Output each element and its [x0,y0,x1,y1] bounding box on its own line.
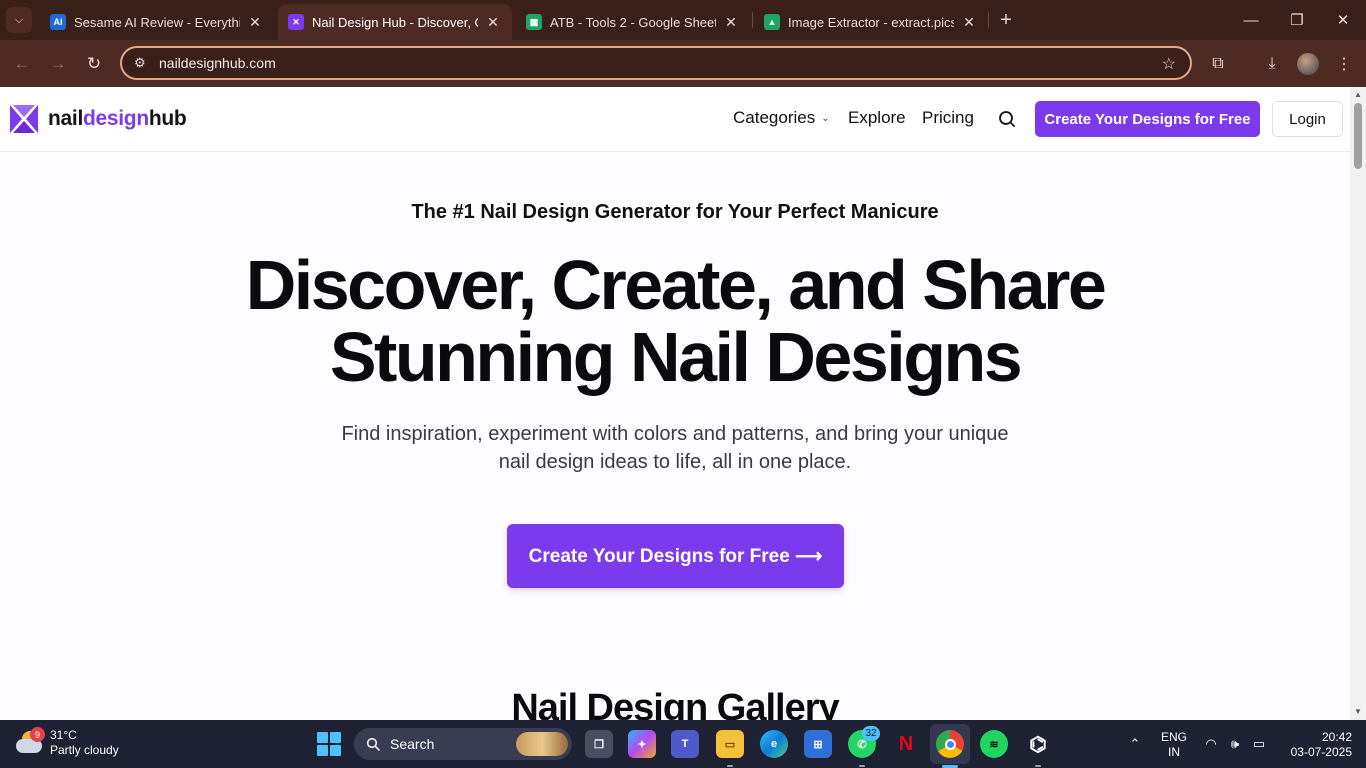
wifi-icon[interactable]: ◠ [1203,736,1219,752]
nav-categories-label: Categories [733,108,816,127]
file-explorer-icon[interactable]: ▭ [716,730,744,758]
browser-toolbar: ← → ↻ ⚙ naildesignhub.com ☆ ⧉ ⤓ ⋮ [0,40,1366,87]
tab-title: Nail Design Hub - Discover, Cre [312,14,478,30]
bookmark-star-icon[interactable]: ☆ [1162,54,1176,74]
chrome-icon[interactable] [936,730,964,758]
battery-icon[interactable]: ▭ [1251,736,1267,752]
login-button[interactable]: Login [1272,101,1343,137]
edge-icon[interactable]: e [760,730,788,758]
running-indicator [727,765,733,767]
site-settings-icon[interactable]: ⚙ [134,55,154,71]
clock-time: 20:42 [1321,730,1352,744]
hero-title: Discover, Create, and Share Stunning Nai… [0,249,1350,393]
clock[interactable]: 20:42 03-07-2025 [1286,730,1352,760]
create-designs-header-button[interactable]: Create Your Designs for Free [1035,101,1260,137]
volume-icon[interactable]: 🕪 [1227,736,1243,752]
logo-text: naildesignhub [48,107,187,130]
new-tab-plus-icon[interactable]: + [994,8,1018,32]
image-icon: ▲ [764,14,780,30]
tab-title: Sesame AI Review - Everything [74,14,240,30]
teams-icon[interactable]: T [671,730,699,758]
search-icon [366,737,380,751]
weather-condition: Partly cloudy [50,743,119,757]
netflix-icon[interactable]: N [892,730,920,758]
language-indicator[interactable]: ENG IN [1158,730,1190,760]
close-icon[interactable]: ✕ [960,13,978,31]
scrollbar-thumb[interactable] [1354,103,1362,169]
naildesignhub-icon: ✕ [288,14,304,30]
scroll-down-arrow-icon[interactable]: ▼ [1353,707,1363,717]
browser-tab-strip: ⌵ AI Sesame AI Review - Everything ✕ ✕ N… [0,0,1366,40]
chevron-up-icon[interactable]: ⌃ [1127,736,1143,752]
download-icon[interactable]: ⤓ [1260,52,1284,76]
hero-subtitle: Find inspiration, experiment with colors… [341,423,1009,473]
hero-eyebrow: The #1 Nail Design Generator for Your Pe… [411,201,939,223]
ai-icon: AI [50,14,66,30]
site-header: naildesignhub Categories ⌄ Explore Prici… [0,87,1350,152]
nav-explore[interactable]: Explore [848,108,906,128]
tab-title: ATB - Tools 2 - Google Sheets [550,14,716,30]
close-icon[interactable]: ✕ [722,13,740,31]
running-indicator [1035,765,1041,767]
site-logo[interactable]: naildesignhub [10,105,187,133]
close-icon[interactable]: ✕ [246,13,264,31]
forward-arrow-icon[interactable]: → [44,50,72,78]
gallery-heading: Nail Design Gallery [511,687,839,720]
tab-nail-design-hub[interactable]: ✕ Nail Design Hub - Discover, Cre ✕ [278,4,512,40]
tab-image-extractor[interactable]: ▲ Image Extractor - extract.pics ✕ [754,4,988,40]
window-close-icon[interactable]: ✕ [1320,0,1366,40]
scroll-up-arrow-icon[interactable]: ▲ [1353,90,1363,100]
search-icon[interactable] [996,108,1018,130]
partly-cloudy-icon: 9 [16,727,45,757]
menu-dots-icon[interactable]: ⋮ [1332,52,1356,76]
naildesignhub-logo-icon [10,105,38,133]
chevron-down-icon: ⌄ [821,112,830,124]
search-highlight-image [516,732,568,756]
taskbar: 9 31°C Partly cloudy Search ❐ ✦ T ▭ e ⊞ … [0,720,1366,768]
create-designs-hero-button[interactable]: Create Your Designs for Free ⟶ [507,524,844,588]
chatgpt-icon[interactable]: ⌬ [1024,730,1052,758]
minimize-icon[interactable]: — [1228,0,1274,40]
tab-search-chevron-icon[interactable]: ⌵ [6,7,32,33]
page-scrollbar[interactable]: ▲ ▼ [1350,87,1366,720]
windows-start-icon[interactable] [317,732,341,756]
task-view-icon[interactable]: ❐ [585,730,613,758]
running-indicator [859,765,865,767]
restore-icon[interactable]: ❐ [1274,0,1320,40]
spotify-icon[interactable]: ≋ [980,730,1008,758]
back-arrow-icon[interactable]: ← [8,50,36,78]
nav-categories[interactable]: Categories ⌄ [733,108,830,128]
taskbar-search-label: Search [390,736,435,752]
clock-date: 03-07-2025 [1290,745,1352,759]
sheets-icon: ▦ [526,14,542,30]
close-icon[interactable]: ✕ [484,13,502,31]
weather-widget[interactable]: 9 31°C Partly cloudy [16,727,119,758]
tab-sesame-ai[interactable]: AI Sesame AI Review - Everything ✕ [40,4,274,40]
tab-divider [988,12,989,28]
copilot-icon[interactable]: ✦ [628,730,656,758]
nav-pricing[interactable]: Pricing [922,108,974,128]
tab-title: Image Extractor - extract.pics [788,14,954,30]
profile-avatar[interactable] [1297,53,1319,75]
address-bar[interactable]: ⚙ naildesignhub.com ☆ [120,46,1192,80]
hero-title-line2: Stunning Nail Designs [329,318,1023,396]
weather-badge: 9 [30,727,45,742]
reload-icon[interactable]: ↻ [80,50,108,78]
page-viewport: naildesignhub Categories ⌄ Explore Prici… [0,87,1350,720]
tab-divider [752,12,753,28]
weather-temp: 31°C [50,728,77,742]
hero-title-line1: Discover, Create, and Share [245,246,1107,324]
taskbar-search[interactable]: Search [354,728,572,760]
url-text[interactable]: naildesignhub.com [159,55,276,71]
tab-google-sheets[interactable]: ▦ ATB - Tools 2 - Google Sheets ✕ [516,4,750,40]
microsoft-store-icon[interactable]: ⊞ [804,730,832,758]
whatsapp-badge: 32 [862,726,880,741]
extensions-icon[interactable]: ⧉ [1206,52,1230,76]
